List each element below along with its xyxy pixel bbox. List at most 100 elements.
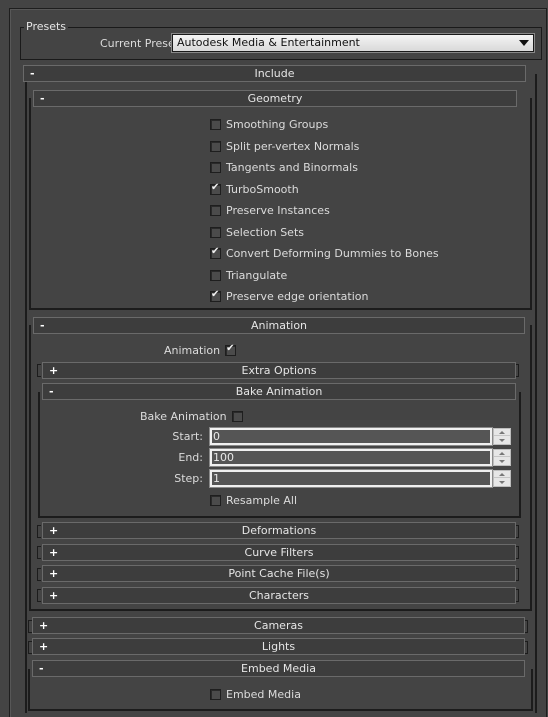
- step-spinner[interactable]: [493, 470, 511, 487]
- animation-toggle-label: Animation: [164, 344, 221, 357]
- dropdown-arrow-icon: [519, 40, 529, 46]
- point-cache-rollout-header[interactable]: + Point Cache File(s): [42, 565, 516, 582]
- geometry-option[interactable]: Selection Sets: [210, 226, 304, 239]
- geometry-option-label: Convert Deforming Dummies to Bones: [226, 247, 439, 260]
- geometry-option[interactable]: Split per-vertex Normals: [210, 140, 359, 153]
- current-preset-dropdown[interactable]: Autodesk Media & Entertainment: [171, 33, 535, 53]
- bake-animation-toggle[interactable]: Bake Animation: [140, 410, 243, 423]
- start-label: Start:: [172, 430, 203, 443]
- extra-options-title: Extra Options: [241, 364, 317, 377]
- geometry-option[interactable]: TurboSmooth: [210, 182, 299, 196]
- collapse-icon: -: [49, 385, 54, 398]
- geometry-option[interactable]: Preserve Instances: [210, 204, 330, 217]
- rollout-bracket: [37, 525, 41, 538]
- end-spinner[interactable]: [493, 449, 511, 466]
- curve-filters-rollout-header[interactable]: + Curve Filters: [42, 544, 516, 561]
- start-spinner[interactable]: [493, 428, 511, 445]
- geometry-option-label: Preserve Instances: [226, 204, 330, 217]
- geometry-option-checkbox[interactable]: [210, 289, 221, 302]
- geometry-option-checkbox[interactable]: [210, 246, 221, 259]
- point-cache-title: Point Cache File(s): [228, 567, 330, 580]
- geometry-title: Geometry: [247, 92, 303, 105]
- collapse-icon: -: [39, 662, 44, 675]
- bake-animation-toggle-label: Bake Animation: [140, 410, 227, 423]
- expand-icon: +: [49, 524, 59, 537]
- deformations-rollout-header[interactable]: + Deformations: [42, 522, 516, 539]
- characters-title: Characters: [248, 589, 310, 602]
- cameras-title: Cameras: [254, 619, 303, 632]
- embed-media-checkbox[interactable]: [210, 689, 221, 700]
- geometry-option-checkbox[interactable]: [210, 205, 221, 216]
- collapse-icon: -: [40, 319, 45, 332]
- include-title: Include: [254, 67, 295, 80]
- bake-animation-checkbox[interactable]: [231, 411, 243, 422]
- current-preset-value: Autodesk Media & Entertainment: [177, 36, 360, 49]
- presets-group-label: Presets: [24, 20, 69, 33]
- geometry-rollout-header[interactable]: - Geometry: [33, 90, 517, 107]
- geometry-option-checkbox[interactable]: [210, 269, 221, 281]
- expand-icon: +: [49, 567, 59, 580]
- step-label: Step:: [174, 472, 203, 485]
- resample-all-checkbox[interactable]: [210, 495, 221, 506]
- geometry-option-checkbox[interactable]: [210, 119, 221, 130]
- animation-toggle[interactable]: Animation: [164, 343, 237, 357]
- lights-rollout-header[interactable]: + Lights: [32, 638, 525, 655]
- current-preset-label: Current Preset:: [100, 37, 183, 50]
- geometry-option-checkbox[interactable]: [210, 182, 221, 195]
- embed-media-toggle[interactable]: Embed Media: [210, 688, 301, 701]
- expand-icon: +: [39, 619, 49, 632]
- rollout-bracket: [37, 546, 41, 559]
- geometry-option-label: Split per-vertex Normals: [226, 139, 360, 153]
- geometry-option-label: Preserve edge orientation: [226, 290, 369, 303]
- geometry-option-label: Triangulate: [226, 268, 288, 282]
- geometry-option-checkbox[interactable]: [210, 140, 221, 152]
- extra-options-rollout-header[interactable]: + Extra Options: [42, 362, 516, 379]
- spinner-up-icon[interactable]: [494, 429, 510, 436]
- resample-all-label: Resample All: [226, 494, 298, 507]
- geometry-option-checkbox[interactable]: [210, 162, 221, 173]
- geometry-option-label: Tangents and Binormals: [226, 161, 358, 174]
- collapse-icon: -: [40, 92, 45, 105]
- resample-all-toggle[interactable]: Resample All: [210, 494, 297, 507]
- bake-animation-title: Bake Animation: [235, 385, 323, 398]
- spinner-down-icon[interactable]: [494, 458, 510, 465]
- rollout-bracket: [37, 568, 41, 581]
- animation-title: Animation: [250, 319, 308, 332]
- lights-title: Lights: [261, 640, 296, 653]
- embed-media-title: Embed Media: [241, 662, 316, 675]
- geometry-option[interactable]: Triangulate: [210, 269, 287, 282]
- rollout-bracket: [37, 364, 41, 377]
- geometry-option-label: TurboSmooth: [226, 182, 299, 196]
- geometry-option[interactable]: Convert Deforming Dummies to Bones: [210, 246, 439, 260]
- end-label: End:: [178, 451, 203, 464]
- geometry-option[interactable]: Preserve edge orientation: [210, 289, 369, 303]
- geometry-option-label: Smoothing Groups: [226, 118, 329, 131]
- include-rollout-header[interactable]: - Include: [23, 65, 526, 82]
- expand-icon: +: [39, 640, 49, 653]
- embed-media-rollout-header[interactable]: - Embed Media: [32, 660, 525, 677]
- geometry-option[interactable]: Tangents and Binormals: [210, 161, 358, 174]
- end-input[interactable]: 100: [209, 448, 493, 467]
- spinner-down-icon[interactable]: [494, 437, 510, 444]
- cameras-rollout-header[interactable]: + Cameras: [32, 617, 525, 634]
- characters-rollout-header[interactable]: + Characters: [42, 587, 516, 604]
- animation-rollout-header[interactable]: - Animation: [33, 317, 525, 334]
- animation-checkbox[interactable]: [225, 343, 237, 356]
- embed-media-label: Embed Media: [226, 688, 301, 701]
- expand-icon: +: [49, 589, 59, 602]
- expand-icon: +: [49, 546, 59, 559]
- collapse-icon: -: [30, 67, 35, 80]
- spinner-up-icon[interactable]: [494, 471, 510, 478]
- step-input[interactable]: 1: [209, 469, 493, 488]
- geometry-option[interactable]: Smoothing Groups: [210, 118, 328, 131]
- curve-filters-title: Curve Filters: [244, 546, 314, 559]
- spinner-up-icon[interactable]: [494, 450, 510, 457]
- bake-animation-rollout-header[interactable]: - Bake Animation: [42, 383, 516, 400]
- start-input[interactable]: 0: [209, 427, 493, 446]
- geometry-option-label: Selection Sets: [226, 225, 304, 239]
- geometry-option-checkbox[interactable]: [210, 226, 221, 238]
- expand-icon: +: [49, 364, 59, 377]
- deformations-title: Deformations: [241, 524, 317, 537]
- rollout-bracket: [37, 589, 41, 602]
- spinner-down-icon[interactable]: [494, 479, 510, 486]
